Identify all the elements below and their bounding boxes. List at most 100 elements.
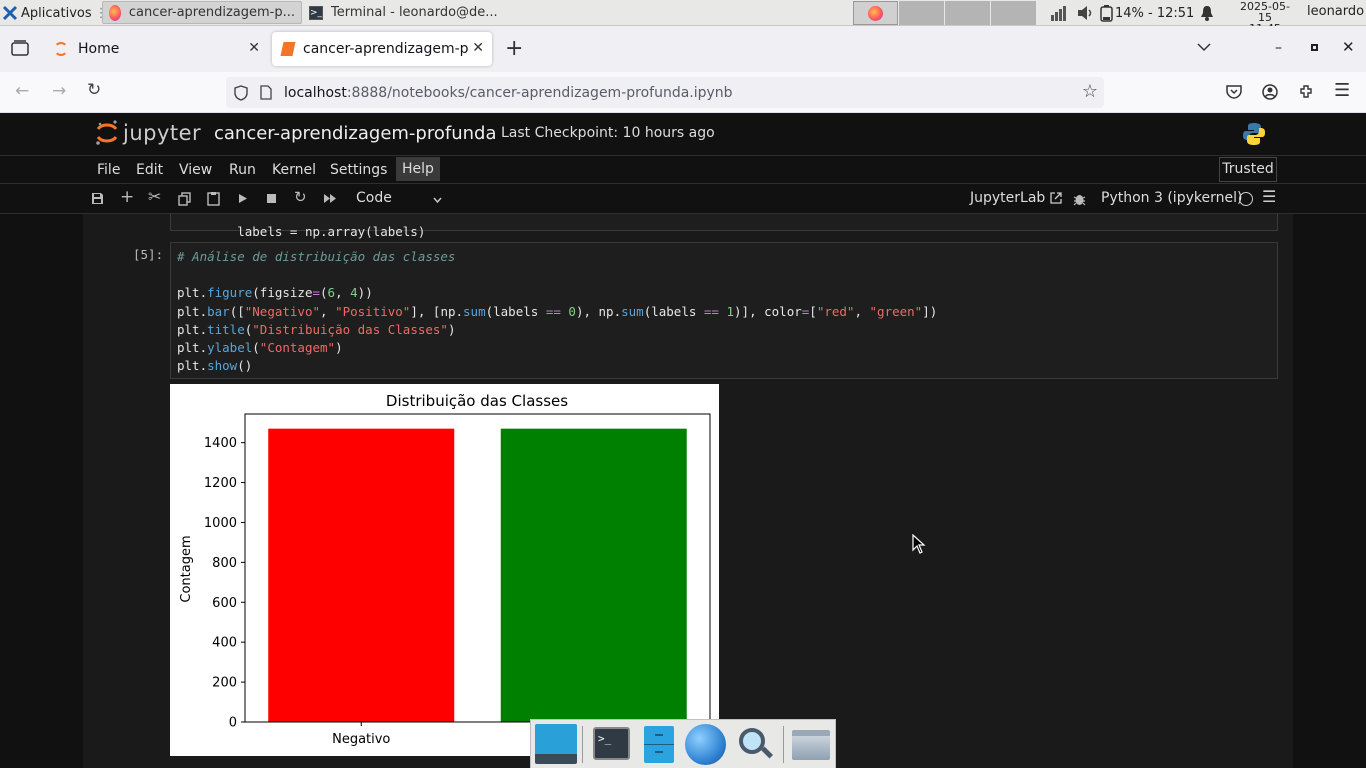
chart-y-tick-label: 600 — [212, 596, 237, 611]
python-logo-icon — [1243, 123, 1265, 145]
folder-icon[interactable] — [792, 730, 830, 760]
chart-y-axis-label: Contagem — [179, 535, 194, 602]
trusted-indicator[interactable]: Trusted — [1219, 157, 1277, 182]
jupyterlab-link[interactable]: JupyterLab — [970, 190, 1062, 206]
workspace-1[interactable] — [853, 1, 898, 25]
close-tab-icon[interactable]: ✕ — [469, 40, 484, 56]
back-icon[interactable]: ← — [15, 81, 29, 101]
tab-manager-icon[interactable] — [11, 40, 29, 56]
extensions-icon[interactable] — [1298, 83, 1315, 100]
toolbar-menu-icon[interactable]: ☰ — [1262, 187, 1276, 206]
terminal-icon[interactable]: >_ — [593, 727, 630, 760]
reload-icon[interactable]: ↻ — [87, 80, 101, 100]
cell-type-select[interactable]: Code — [356, 190, 444, 206]
list-all-tabs-icon[interactable] — [1197, 42, 1211, 52]
forward-icon[interactable]: → — [52, 81, 66, 101]
close-window-icon[interactable]: ✕ — [1342, 38, 1355, 56]
menu-file[interactable]: File — [97, 162, 120, 178]
dock-separator — [783, 726, 784, 763]
close-tab-icon[interactable]: ✕ — [248, 40, 260, 56]
menu-kernel[interactable]: Kernel — [272, 162, 316, 178]
show-desktop-icon[interactable] — [535, 724, 577, 764]
code-line: plt.figure(figsize=(6, 4)) — [177, 285, 373, 300]
chart-y-tick-label: 200 — [212, 676, 237, 691]
debugger-icon[interactable] — [1073, 192, 1086, 206]
kernel-name[interactable]: Python 3 (ipykernel) — [1101, 190, 1242, 206]
cut-icon[interactable]: ✂ — [148, 187, 161, 206]
applications-menu[interactable]: Aplicativos ⋮ — [2, 3, 108, 23]
minimize-window-icon[interactable]: – — [1275, 40, 1282, 56]
workspace-4[interactable] — [991, 1, 1036, 25]
code-line: plt.ylabel("Contagem") — [177, 340, 343, 355]
stop-icon[interactable] — [267, 194, 276, 203]
app-menu-icon[interactable]: ☰ — [1334, 80, 1350, 101]
shield-icon[interactable] — [234, 84, 248, 101]
save-icon[interactable] — [91, 192, 104, 205]
code-cell-editor[interactable]: # Análise de distribuição das classes pl… — [170, 242, 1278, 379]
web-browser-icon[interactable] — [685, 724, 726, 765]
menu-view[interactable]: View — [179, 162, 212, 178]
volume-icon[interactable] — [1076, 5, 1096, 21]
notebook-title[interactable]: cancer-aprendizagem-profunda — [214, 123, 496, 144]
taskbar-item-label: cancer-aprendizagem-p... — [128, 5, 295, 20]
menu-run[interactable]: Run — [229, 162, 256, 178]
insert-cell-icon[interactable]: + — [120, 187, 134, 207]
url-path: :8888/notebooks/cancer-aprendizagem-prof… — [346, 84, 733, 101]
workspace-2[interactable] — [899, 1, 944, 25]
account-icon[interactable] — [1262, 84, 1278, 100]
restart-icon[interactable]: ↻ — [294, 188, 307, 206]
chart-y-tick-label: 0 — [229, 716, 237, 731]
chart-plot-area: 0 200 400 600 800 1000 1200 1400 Negativo — [204, 413, 711, 747]
chart-y-tick-label: 1200 — [204, 476, 237, 491]
jupyter-notebook-icon — [280, 42, 296, 56]
file-manager-icon[interactable] — [644, 726, 674, 763]
url-host: localhost — [284, 84, 347, 101]
network-signal-icon[interactable] — [1050, 5, 1068, 21]
cell-type-value: Code — [356, 190, 392, 206]
user-menu[interactable]: leonardo — [1307, 4, 1364, 19]
bar-chart: Distribuição das Classes Contagem 0 200 40… — [179, 392, 711, 747]
notification-bell-icon[interactable] — [1200, 5, 1214, 21]
chart-y-tick-label: 400 — [212, 636, 237, 651]
previous-code-cell[interactable]: labels = np.array(labels) — [170, 214, 1278, 239]
code-line: plt.show() — [177, 358, 253, 373]
chart-x-tick-label: Negativo — [332, 732, 390, 747]
copy-icon[interactable] — [178, 192, 191, 206]
jupyterlab-link-label: JupyterLab — [970, 190, 1046, 206]
terminal-icon: >_ — [309, 5, 324, 20]
notebook-toolbar: + ✂ ↻ Code JupyterLab Python 3 (ipykerne… — [0, 184, 1366, 214]
paste-icon[interactable] — [207, 191, 220, 206]
page-info-icon[interactable] — [260, 85, 272, 100]
system-tray: 14% - 12:51 — [1050, 0, 1214, 26]
menu-help[interactable]: Help — [396, 157, 440, 181]
chevron-down-icon — [433, 197, 442, 203]
battery-icon[interactable] — [1100, 4, 1114, 22]
browser-tab-notebook[interactable]: cancer-aprendizagem-pr ✕ — [272, 32, 492, 66]
maximize-window-icon[interactable] — [1311, 44, 1318, 51]
jupyter-logo[interactable]: jupyter — [95, 119, 201, 147]
notebook-page: labels = np.array(labels) [5]: # Análise… — [83, 214, 1293, 768]
bookmark-star-icon[interactable]: ☆ — [1082, 81, 1098, 102]
code-comment: # Análise de distribuição das classes — [177, 249, 456, 264]
tab-label: Home — [78, 41, 120, 57]
code-line: plt.title("Distribuição das Classes") — [177, 322, 456, 337]
chart-bar — [268, 428, 455, 722]
taskbar-item-label: Terminal - leonardo@de... — [331, 5, 498, 20]
new-tab-icon[interactable]: + — [505, 36, 523, 61]
jupyter-menubar: File Edit View Run Kernel Settings Help … — [0, 155, 1366, 184]
url-bar[interactable]: localhost:8888/notebooks/cancer-aprendiz… — [226, 77, 1104, 108]
firefox-icon — [868, 6, 883, 21]
run-icon[interactable] — [238, 193, 248, 204]
workspace-3[interactable] — [945, 1, 990, 25]
app-finder-icon[interactable] — [737, 726, 774, 762]
previous-code-text: labels = np.array(labels) — [237, 224, 426, 239]
firefox-icon — [109, 4, 121, 21]
restart-run-all-icon[interactable] — [323, 193, 337, 204]
browser-tab-home[interactable]: Home ✕ — [44, 32, 268, 66]
menu-settings[interactable]: Settings — [330, 162, 387, 178]
taskbar-item-firefox[interactable]: cancer-aprendizagem-p... — [102, 1, 302, 24]
code-line: plt.bar(["Negativo", "Positivo"], [np.su… — [177, 304, 938, 319]
pocket-icon[interactable] — [1226, 84, 1242, 99]
menu-edit[interactable]: Edit — [136, 162, 163, 178]
taskbar-item-terminal[interactable]: >_ Terminal - leonardo@de... — [303, 1, 501, 24]
